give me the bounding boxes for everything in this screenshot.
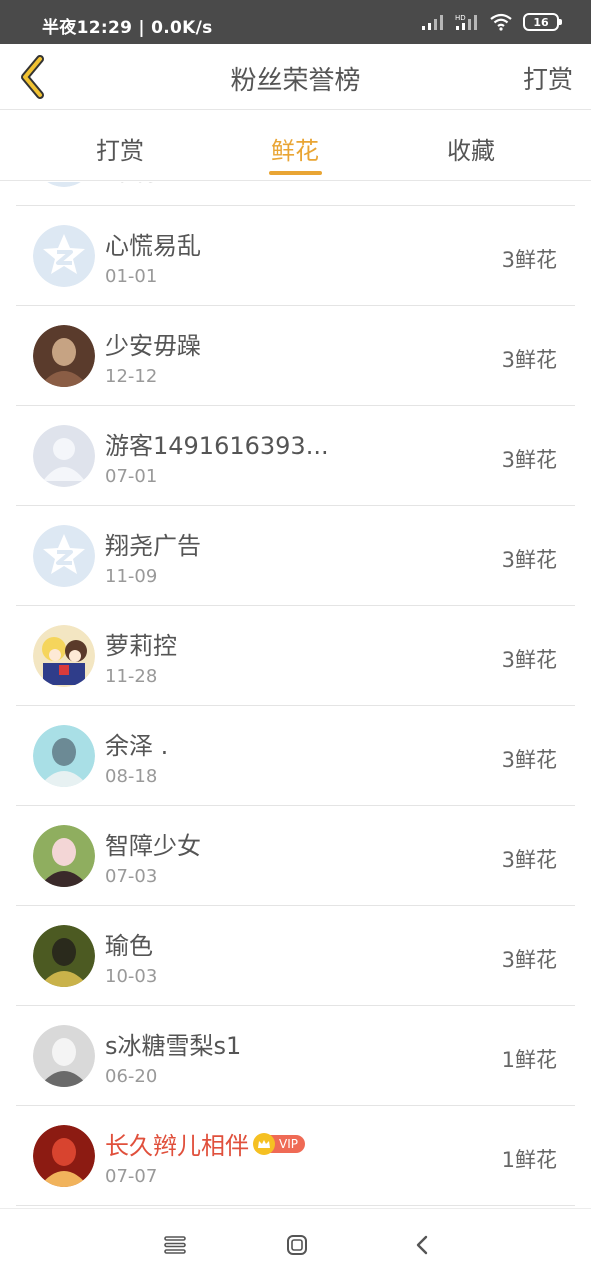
avatar[interactable] (33, 325, 95, 387)
fan-name-text: 萝莉控 (105, 632, 177, 660)
active-tab-indicator (269, 171, 322, 175)
fan-name-text: 翔尧广告 (105, 532, 201, 560)
avatar[interactable] (33, 1025, 95, 1087)
menu-icon (164, 1236, 186, 1254)
fan-name: 瑜色 (105, 926, 153, 961)
flower-count: 3鲜花 (501, 948, 557, 972)
fan-row[interactable]: 瑜色 10-03 3鲜花 (0, 906, 591, 1006)
fan-name-text: 余泽 . (105, 732, 169, 760)
avatar[interactable] (33, 225, 95, 287)
fan-date: 07-01 (105, 466, 158, 487)
fan-name-text: 少安毋躁 (105, 332, 201, 360)
fan-date: 12-12 (105, 366, 158, 387)
fan-name: 游客1491616393... (105, 426, 329, 461)
flower-count: 3鲜花 (501, 448, 557, 472)
fan-date: 08-18 (105, 766, 158, 787)
fan-row[interactable]: 萝莉控 11-28 3鲜花 (0, 606, 591, 706)
vip-badge: VIP (253, 1132, 305, 1155)
fan-row[interactable]: 10-03 (0, 182, 591, 206)
fan-name: 长久辫儿相伴 VIP (105, 1126, 305, 1161)
avatar[interactable] (33, 925, 95, 987)
fan-name-text: 智障少女 (105, 832, 201, 860)
flower-count: 1鲜花 (501, 1048, 557, 1072)
fan-row[interactable]: 游客1491616393... 07-01 3鲜花 (0, 406, 591, 506)
avatar[interactable] (33, 525, 95, 587)
flower-count: 3鲜花 (501, 348, 557, 372)
status-time: 半夜12:29 | 0.0K/s (42, 18, 213, 38)
nav-back-button[interactable] (402, 1229, 442, 1261)
signal-icon (422, 15, 443, 30)
tab-bar: 打赏 鲜花 收藏 (0, 111, 591, 181)
fans-list[interactable]: 10-03心慌易乱01-013鲜花少安毋躁12-123鲜花游客149161639… (0, 182, 591, 1208)
wifi-icon (490, 13, 512, 31)
tab-flowers[interactable]: 鲜花 (235, 131, 355, 166)
flower-count: 3鲜花 (501, 748, 557, 772)
fan-name: 萝莉控 (105, 626, 177, 661)
fan-row[interactable]: 余泽 . 08-18 3鲜花 (0, 706, 591, 806)
avatar[interactable] (33, 1125, 95, 1187)
fan-name-text: 心慌易乱 (105, 232, 201, 260)
svg-text:HD: HD (455, 14, 466, 22)
title-bar: 粉丝荣誉榜 打赏 (0, 44, 591, 110)
fan-row[interactable]: 少安毋躁 12-12 3鲜花 (0, 306, 591, 406)
battery-level: 16 (533, 15, 549, 29)
fan-name: 少安毋躁 (105, 326, 201, 361)
fan-name: 心慌易乱 (105, 226, 201, 261)
fan-date: 07-03 (105, 866, 158, 887)
fan-date: 10-03 (105, 182, 157, 187)
fan-name: 智障少女 (105, 826, 201, 861)
back-icon (416, 1235, 428, 1255)
flower-count: 3鲜花 (501, 248, 557, 272)
fan-date: 07-07 (105, 1166, 158, 1187)
fan-row[interactable]: 智障少女 07-03 3鲜花 (0, 806, 591, 906)
fan-row[interactable]: 翔尧广告 11-09 3鲜花 (0, 506, 591, 606)
tab-favorites[interactable]: 收藏 (411, 131, 531, 166)
fan-row[interactable]: 长久辫儿相伴 VIP 07-07 1鲜花 (0, 1106, 591, 1206)
flower-count: 3鲜花 (501, 648, 557, 672)
fan-name-text: 瑜色 (105, 932, 153, 960)
system-nav-bar (0, 1208, 591, 1280)
fan-row[interactable]: 心慌易乱 01-01 3鲜花 (0, 206, 591, 306)
flower-count: 1鲜花 (501, 1148, 557, 1172)
fan-date: 11-28 (105, 666, 158, 687)
reward-button[interactable]: 打赏 (523, 60, 573, 96)
flower-count: 3鲜花 (501, 848, 557, 872)
home-icon (287, 1235, 307, 1255)
tab-reward[interactable]: 打赏 (60, 131, 180, 166)
fan-row[interactable]: s冰糖雪梨s1 06-20 1鲜花 (0, 1006, 591, 1106)
avatar[interactable] (33, 182, 95, 187)
avatar[interactable] (33, 425, 95, 487)
fan-name: s冰糖雪梨s1 (105, 1026, 241, 1061)
fan-date: 01-01 (105, 266, 158, 287)
fan-date: 06-20 (105, 1066, 158, 1087)
status-icons: HD 16 (421, 12, 562, 32)
battery-icon: 16 (523, 13, 562, 31)
fan-name-text: 游客1491616393... (105, 432, 329, 460)
page-title: 粉丝荣誉榜 (230, 66, 361, 96)
fan-name: 翔尧广告 (105, 526, 201, 561)
avatar[interactable] (33, 625, 95, 687)
fan-name-text: 长久辫儿相伴 (105, 1132, 249, 1160)
menu-button[interactable] (155, 1229, 195, 1261)
status-bar: 半夜12:29 | 0.0K/s HD 16 (0, 0, 591, 44)
fan-date: 11-09 (105, 566, 158, 587)
fan-name: 余泽 . (105, 726, 168, 761)
flower-count: 3鲜花 (501, 548, 557, 572)
signal-hd-icon: HD (455, 14, 477, 30)
crown-icon (253, 1132, 275, 1155)
avatar[interactable] (33, 725, 95, 787)
fan-date: 10-03 (105, 966, 158, 987)
avatar[interactable] (33, 825, 95, 887)
home-button[interactable] (277, 1229, 317, 1261)
fan-name-text: s冰糖雪梨s1 (105, 1032, 242, 1060)
